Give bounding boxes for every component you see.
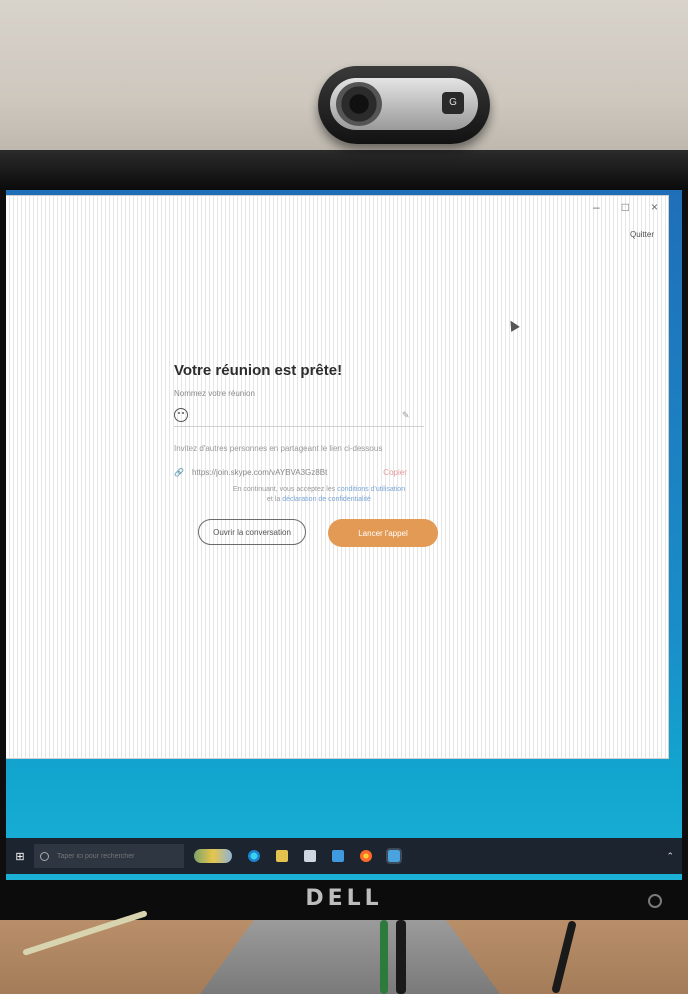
chevron-up-icon[interactable]: ⌃: [666, 851, 674, 862]
taskbar-search[interactable]: [34, 844, 184, 868]
edge-browser-icon[interactable]: [248, 850, 260, 862]
meeting-name-input[interactable]: [198, 409, 392, 421]
minimize-button[interactable]: –: [593, 200, 600, 214]
windows-start-icon[interactable]: ⊞: [6, 850, 34, 863]
quit-button[interactable]: Quitter: [630, 230, 654, 239]
close-button[interactable]: ×: [651, 200, 658, 214]
app-window: – □ × Quitter Votre réunion est prête! N…: [6, 196, 668, 758]
action-buttons: Ouvrir la conversation Lancer l'appel: [174, 519, 464, 547]
monitor-screen: – □ × Quitter Votre réunion est prête! N…: [6, 190, 682, 880]
weather-icon[interactable]: [194, 849, 232, 863]
webcam-face: G: [330, 78, 478, 130]
mail-icon[interactable]: [332, 850, 344, 862]
firefox-icon[interactable]: [360, 850, 372, 862]
privacy-link[interactable]: déclaration de confidentialité: [282, 496, 371, 503]
webcam-lens: [336, 82, 382, 126]
copy-link-button[interactable]: Copier: [383, 468, 407, 477]
link-icon: 🔗: [174, 468, 184, 477]
webcam: G: [318, 66, 490, 144]
open-conversation-button[interactable]: Ouvrir la conversation: [198, 519, 306, 545]
taskbar: ⊞ ⌃: [6, 838, 682, 874]
start-call-button[interactable]: Lancer l'appel: [328, 519, 438, 547]
meeting-link[interactable]: https://join.skype.com/vAYBVA3Gz8Bt: [192, 468, 327, 477]
privacy-text: et la: [267, 496, 281, 503]
cable-center-2: [396, 920, 406, 994]
bezel-top-strip: [0, 150, 688, 190]
webcam-logo: G: [442, 92, 464, 114]
smiley-icon: [174, 408, 188, 422]
cable-center: [380, 920, 388, 994]
meeting-name-row: ✎: [174, 408, 424, 427]
monitor-brand-logo: DELL: [305, 886, 383, 911]
skype-app-icon[interactable]: [386, 848, 402, 864]
terms-notice: En continuant, vous acceptez les conditi…: [174, 485, 464, 505]
maximize-button[interactable]: □: [622, 200, 629, 214]
mouse-cursor-icon: [506, 318, 520, 332]
terms-text: En continuant, vous acceptez les: [232, 486, 336, 493]
meeting-name-label: Nommez votre réunion: [174, 389, 255, 398]
meeting-link-row: 🔗 https://join.skype.com/vAYBVA3Gz8Bt Co…: [174, 468, 464, 477]
window-controls: – □ ×: [593, 200, 658, 214]
power-icon: [648, 894, 662, 908]
search-icon: [40, 851, 49, 861]
edit-pencil-icon[interactable]: ✎: [402, 410, 410, 421]
invite-text: Invitez d'autres personnes en partageant…: [174, 444, 383, 453]
terms-link[interactable]: conditions d'utilisation: [337, 486, 405, 493]
store-icon[interactable]: [304, 850, 316, 862]
file-explorer-icon[interactable]: [276, 850, 288, 862]
search-input[interactable]: [55, 851, 177, 861]
page-title: Votre réunion est prête!: [174, 362, 343, 379]
meeting-ready-panel: Votre réunion est prête! Nommez votre ré…: [174, 362, 464, 547]
